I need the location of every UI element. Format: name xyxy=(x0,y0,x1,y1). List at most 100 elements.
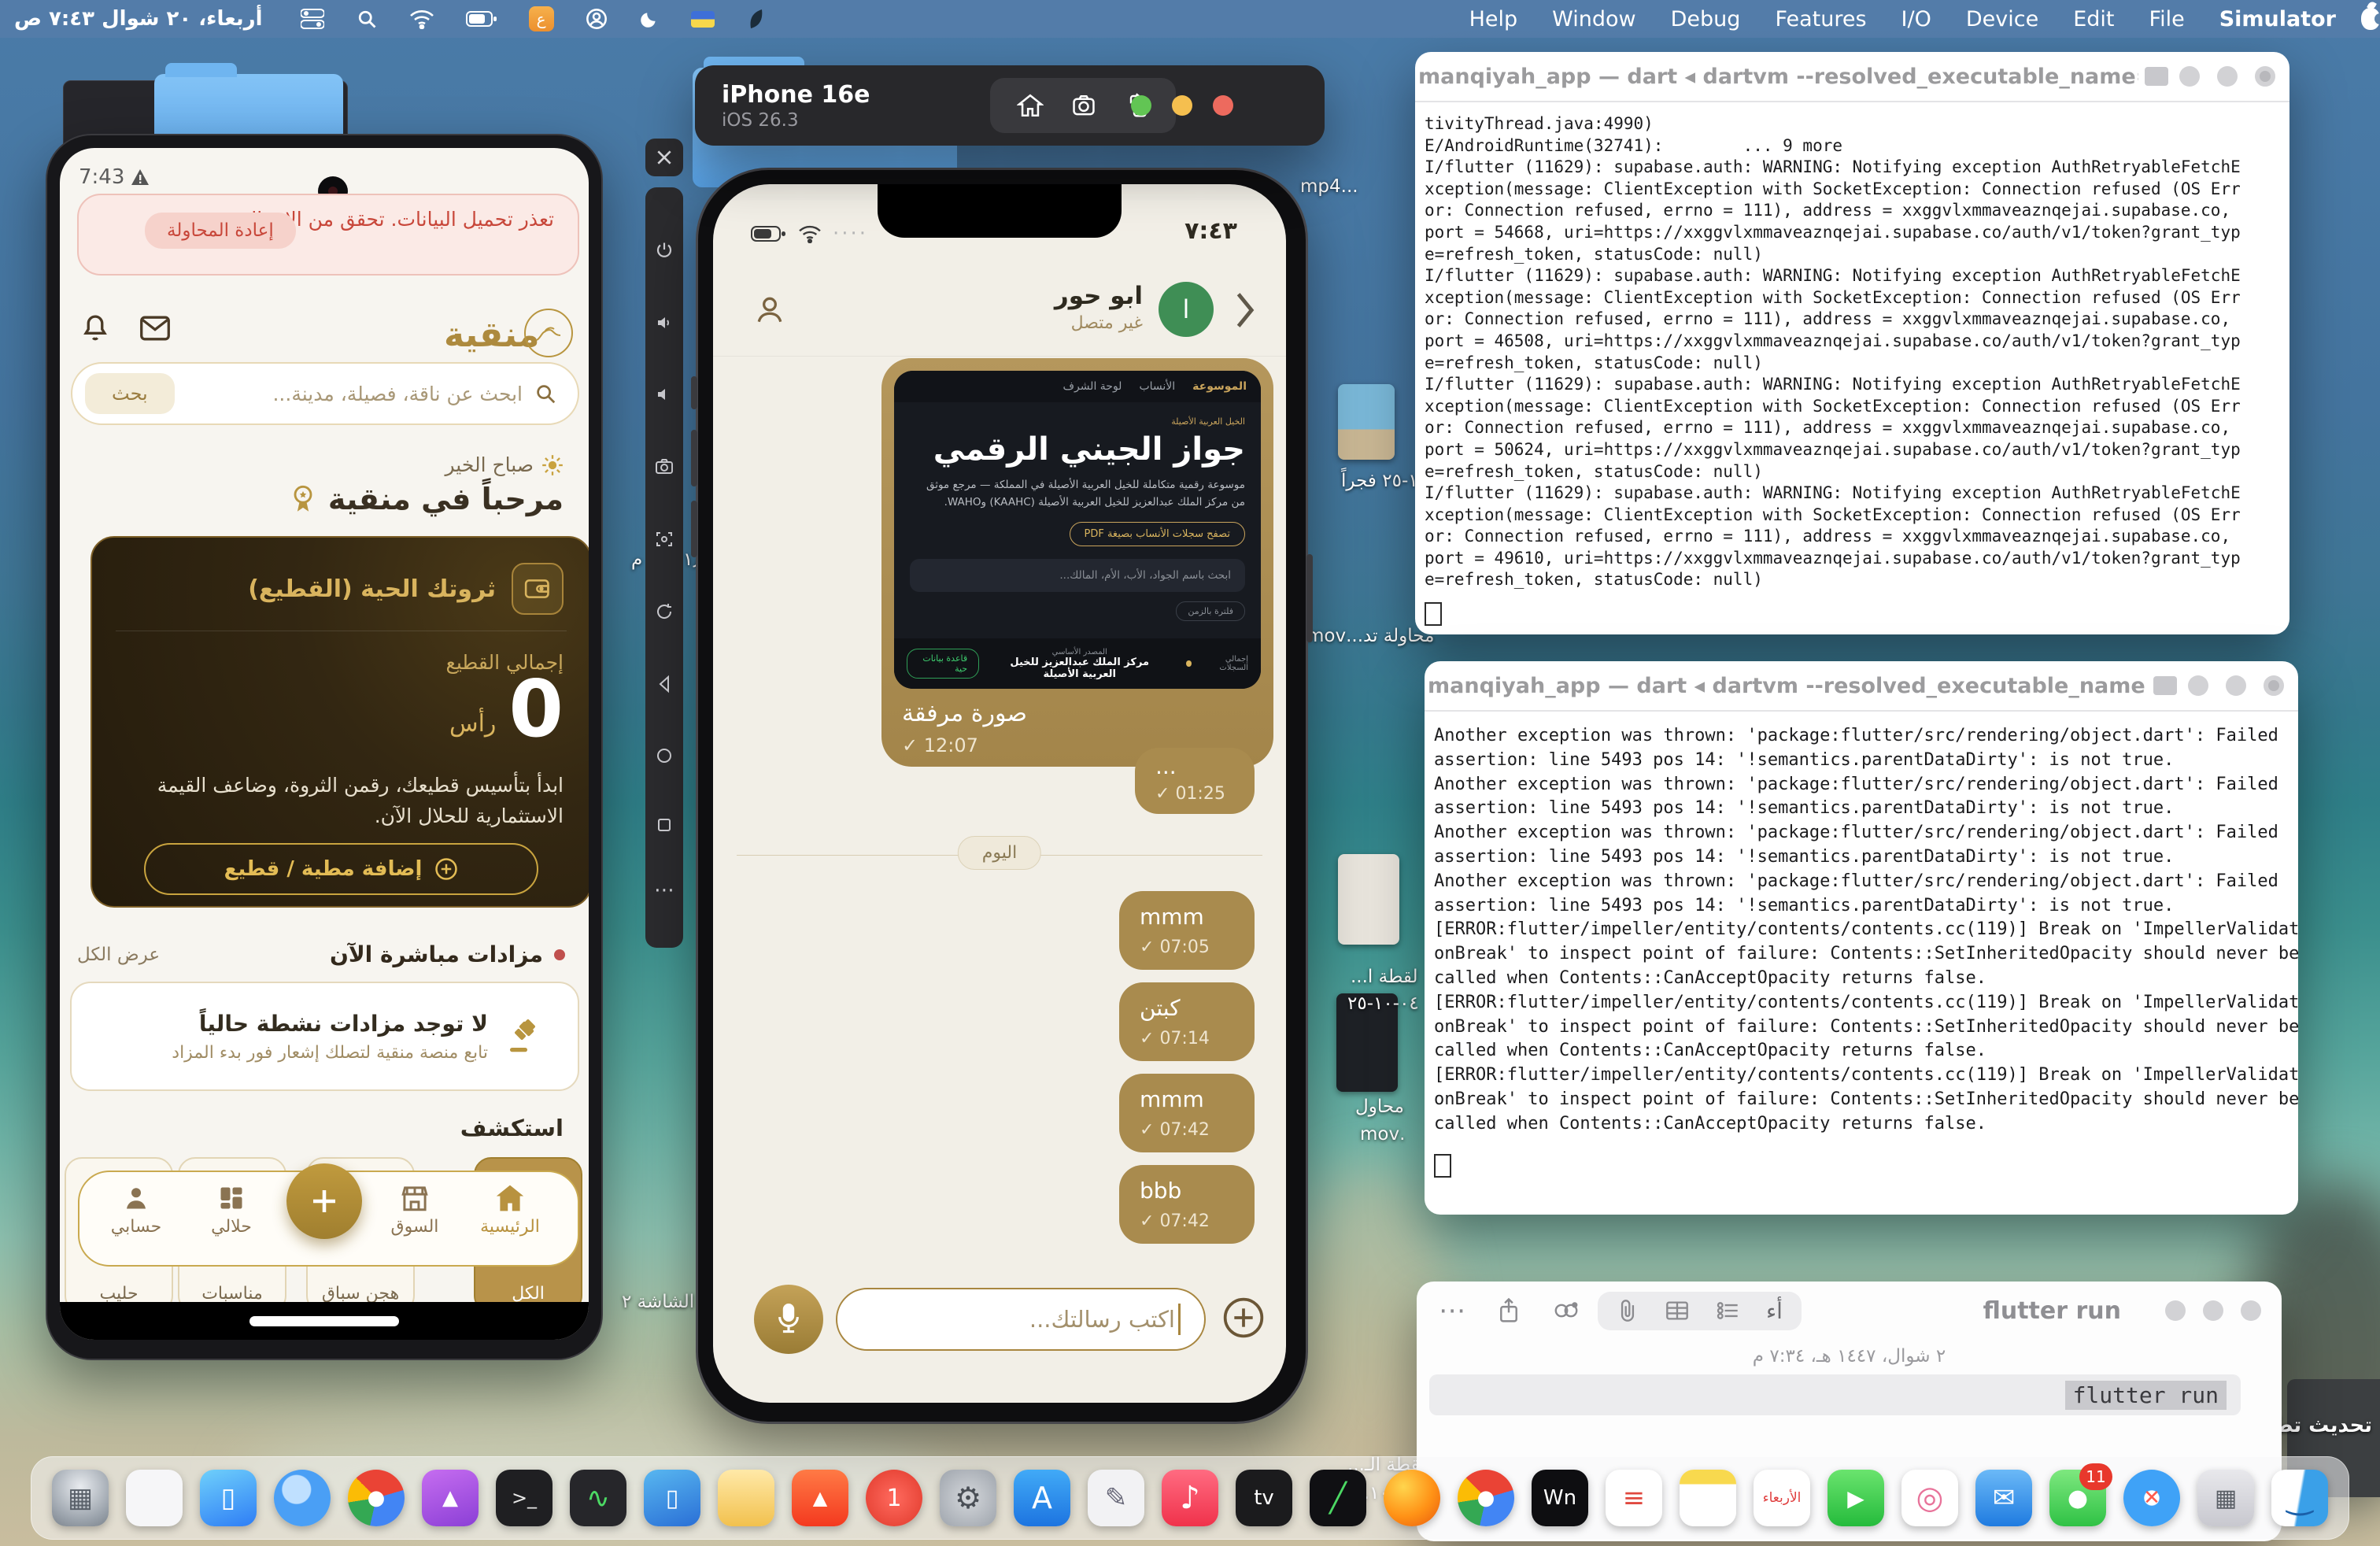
menu-item[interactable]: Edit xyxy=(2073,7,2114,31)
dock-icon-firefox[interactable] xyxy=(1384,1470,1440,1526)
desktop-photo-thumbnail[interactable] xyxy=(1338,384,1395,460)
input-language-flag-icon[interactable] xyxy=(691,11,715,28)
dock-icon-chrome[interactable]: ● xyxy=(348,1470,405,1526)
menu-app-icon[interactable]: ع xyxy=(529,6,554,31)
menu-item[interactable]: Debug xyxy=(1671,7,1741,31)
menu-item[interactable]: Help xyxy=(1469,7,1518,31)
sim-screenshot-button[interactable] xyxy=(1070,93,1098,118)
control-center-icon[interactable] xyxy=(301,9,324,29)
chat-message-bubble[interactable]: mmm 07:05 xyxy=(1119,891,1255,970)
dock-icon-red-notification-app[interactable]: 1 xyxy=(866,1470,922,1526)
window-button[interactable] xyxy=(2188,675,2208,696)
search-bar[interactable]: ابحث عن ناقة، فصيلة، مدينة... بحث xyxy=(71,362,579,425)
window-button[interactable] xyxy=(2241,1300,2261,1321)
more-dots-icon[interactable]: ⋯ xyxy=(1439,1295,1465,1326)
chat-message-bubble[interactable]: ... 01:25 xyxy=(1135,748,1255,814)
screenshot-icon[interactable] xyxy=(655,530,674,549)
dock-icon-iphone-mirroring[interactable]: ▯ xyxy=(200,1470,257,1526)
desktop-file[interactable]: محاولة تد...mov xyxy=(1306,626,1434,646)
chat-avatar[interactable]: ا xyxy=(1159,282,1214,337)
dock-icon-blank-document[interactable] xyxy=(126,1470,183,1526)
desktop-photo-thumbnail[interactable] xyxy=(1338,854,1399,945)
message-input[interactable]: اكتب رسالتك... xyxy=(836,1288,1206,1351)
menu-item[interactable]: Window xyxy=(1552,7,1635,31)
dock-icon-purple-app[interactable]: ▲ xyxy=(422,1470,479,1526)
desktop-file[interactable]: ...mp4 xyxy=(1300,176,1358,197)
camera-icon[interactable] xyxy=(655,457,674,476)
window-button[interactable] xyxy=(2255,66,2275,87)
home-circle-icon[interactable] xyxy=(656,747,673,764)
chat-contact-name[interactable]: ابو حور xyxy=(1055,282,1143,310)
dock-icon-notes[interactable] xyxy=(1680,1470,1736,1526)
window-button[interactable] xyxy=(2203,1300,2223,1321)
back-icon[interactable] xyxy=(656,675,673,693)
desktop-file[interactable]: محاول xyxy=(1355,1097,1404,1117)
window-button[interactable] xyxy=(2217,66,2238,87)
sim-home-button[interactable] xyxy=(1017,93,1044,118)
checklist-icon[interactable] xyxy=(1716,1300,1739,1322)
terminal1-titlebar[interactable]: manqiyah_app — dart ◂ dartvm --resolved_… xyxy=(1415,52,2289,102)
menu-item[interactable]: Features xyxy=(1775,7,1866,31)
contact-person-icon[interactable] xyxy=(752,293,787,327)
add-herd-button[interactable]: إضافة مطية / قطيع xyxy=(144,843,538,895)
back-chevron-icon[interactable] xyxy=(1232,291,1256,329)
window-button[interactable] xyxy=(2165,1300,2186,1321)
nav-item-account[interactable]: حسابي xyxy=(89,1184,183,1237)
emulator-toolbar-close[interactable] xyxy=(645,139,683,176)
notification-bell-icon[interactable] xyxy=(79,312,112,345)
mail-icon[interactable] xyxy=(139,313,172,343)
dock-icon-keyboard-settings[interactable]: ▦ xyxy=(2197,1470,2254,1526)
dock-icon-w-editor-app[interactable]: Wn xyxy=(1532,1470,1588,1526)
account-icon[interactable] xyxy=(586,8,608,30)
home-indicator[interactable] xyxy=(249,1316,399,1326)
terminal1-output[interactable]: tivityThread.java:4990)E/AndroidRuntime(… xyxy=(1415,102,2289,602)
moon-focus-icon[interactable] xyxy=(639,9,660,29)
dock-icon-messages[interactable]: ● 11 xyxy=(2049,1470,2106,1526)
share-icon[interactable] xyxy=(1497,1297,1521,1324)
dock-icon-chrome-secondary[interactable]: ● xyxy=(1458,1470,1514,1526)
battery-icon[interactable] xyxy=(466,10,497,28)
more-dots-icon[interactable]: ⋯ xyxy=(654,886,674,894)
overview-square-icon[interactable] xyxy=(656,817,672,833)
power-icon[interactable] xyxy=(655,241,674,260)
nav-fab-add[interactable] xyxy=(286,1163,362,1239)
dock-icon-mail[interactable]: ✉ xyxy=(1975,1470,2032,1526)
dock-icon-reminders[interactable]: ≡ xyxy=(1606,1470,1662,1526)
menu-item[interactable]: Device xyxy=(1966,7,2038,31)
dock-icon-facetime[interactable]: ▶ xyxy=(1828,1470,1884,1526)
mic-button[interactable] xyxy=(754,1285,823,1354)
nav-item-my-animals[interactable]: حلالي xyxy=(184,1184,279,1237)
nav-item-home[interactable]: الرئيسية xyxy=(463,1184,557,1237)
dock-icon-apple-tv[interactable]: tv xyxy=(1236,1470,1292,1526)
view-all-link[interactable]: عرض الكل xyxy=(77,945,160,965)
dock-icon-stocks[interactable]: ╱ xyxy=(1310,1470,1366,1526)
dock-icon-music[interactable]: ♪ xyxy=(1162,1470,1218,1526)
attach-plus-icon[interactable] xyxy=(1221,1296,1266,1340)
dock-icon-trash-bin[interactable]: ▦ xyxy=(52,1470,109,1526)
terminal2-titlebar[interactable]: manqiyah_app — dart ◂ dartvm --resolved_… xyxy=(1425,661,2298,712)
rotate-icon[interactable] xyxy=(655,602,674,621)
link-person-icon[interactable] xyxy=(1552,1299,1580,1322)
dock-icon-finder[interactable]: ‿ xyxy=(2271,1470,2328,1526)
dock-icon-system-settings[interactable]: ⚙ xyxy=(940,1470,996,1526)
format-text-button[interactable]: أء xyxy=(1766,1298,1783,1324)
volume-up-icon[interactable] xyxy=(655,313,674,332)
paperclip-icon[interactable] xyxy=(1617,1299,1639,1322)
notes-code-block[interactable]: flutter run xyxy=(1429,1374,2241,1415)
nav-item-market[interactable]: السوق xyxy=(368,1184,462,1237)
simulator-titlebar[interactable]: iPhone 16e iOS 26.3 xyxy=(695,65,1325,146)
desktop-file[interactable]: .mov xyxy=(1360,1124,1405,1145)
wifi-icon[interactable] xyxy=(409,9,434,29)
dock-icon-brave[interactable]: ▲ xyxy=(792,1470,848,1526)
window-button[interactable] xyxy=(2264,675,2284,696)
dock-icon-safari[interactable]: ✕ xyxy=(2123,1470,2180,1526)
retry-button[interactable]: إعادة المحاولة xyxy=(145,213,296,249)
dock-icon-developer-tools[interactable]: ✎ xyxy=(1088,1470,1144,1526)
menu-bar-clock[interactable]: أربعاء، ٢٠ شوال ٧:٤٣ ص xyxy=(14,7,263,31)
dock-icon-waveform-app[interactable]: ∿ xyxy=(570,1470,626,1526)
dock-icon-terminal[interactable]: >_ xyxy=(496,1470,552,1526)
search-button[interactable]: بحث xyxy=(85,373,175,414)
dock-icon-lamp-app[interactable] xyxy=(718,1470,774,1526)
dock-icon-app-store[interactable]: A xyxy=(1014,1470,1070,1526)
chat-image-message[interactable]: الموسوعة الأنساب لوحة الشرف الخيل العربي… xyxy=(881,358,1273,767)
